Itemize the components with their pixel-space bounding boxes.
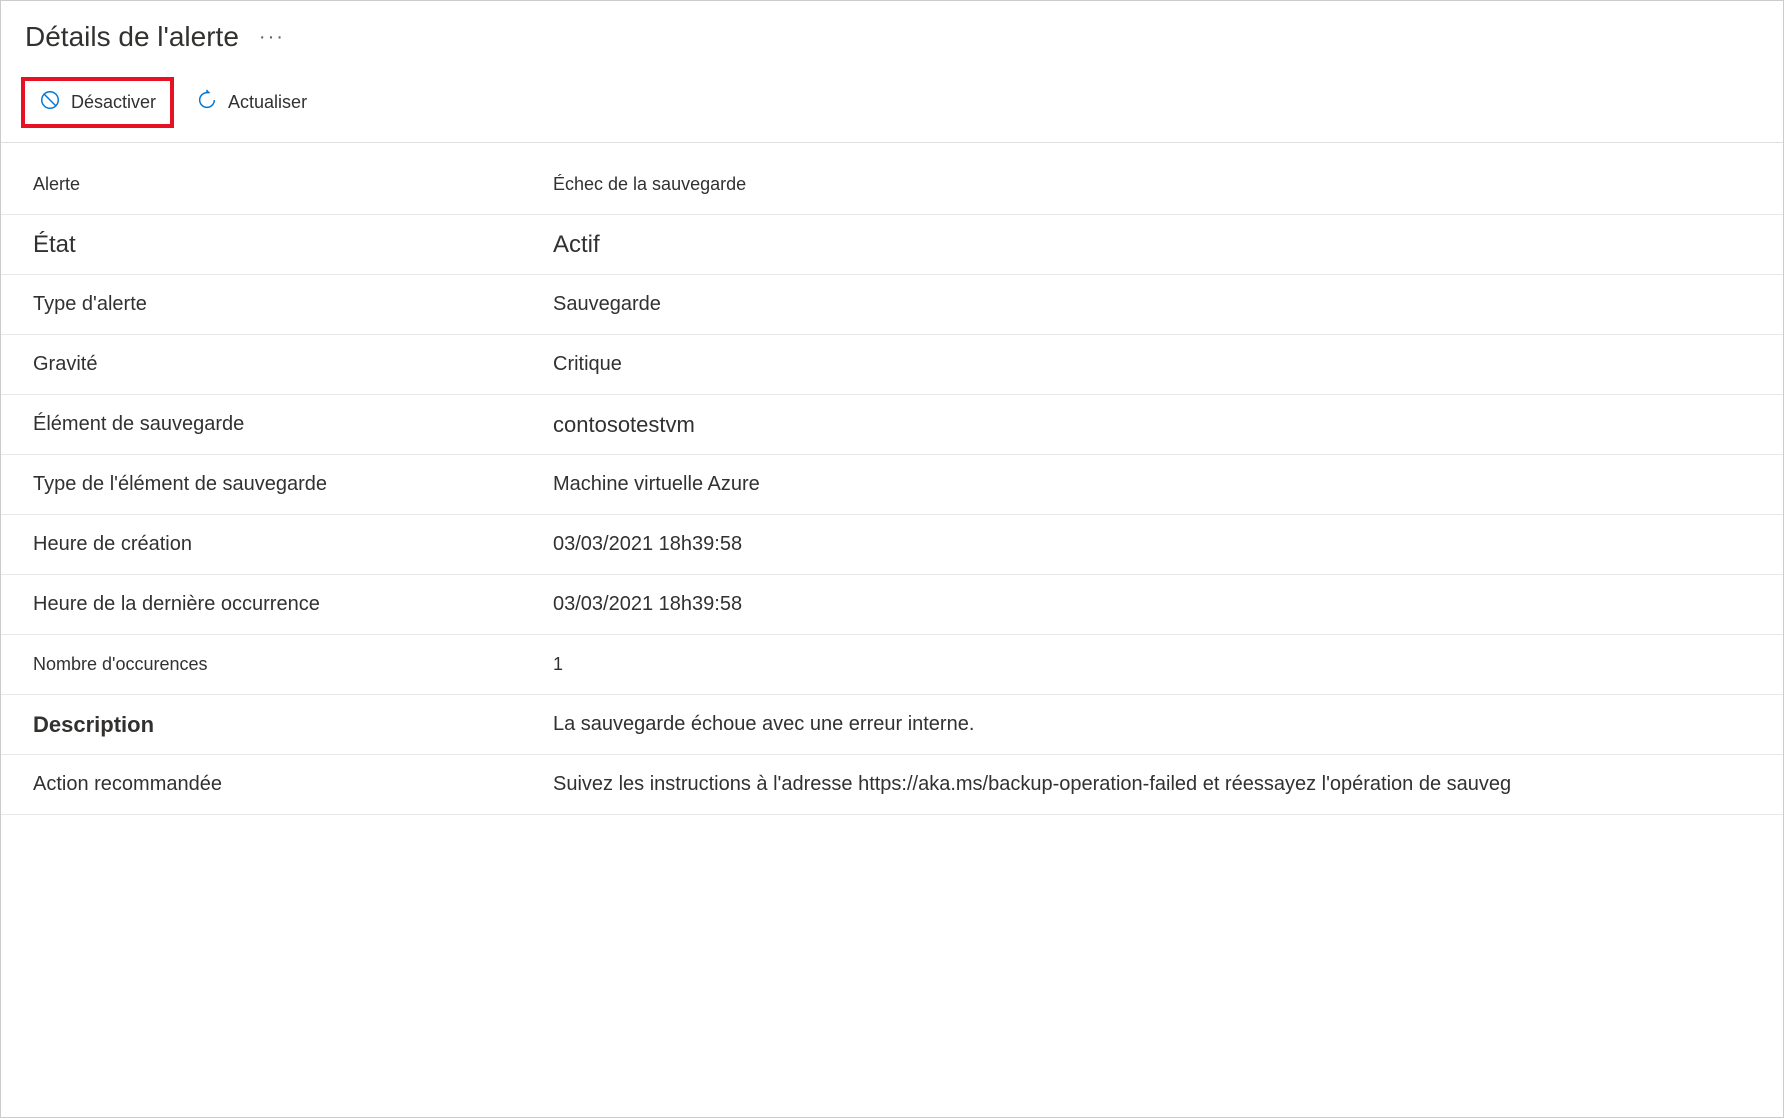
detail-row: Nombre d'occurences1: [1, 635, 1783, 695]
details-section: AlerteÉchec de la sauvegardeÉtatActifTyp…: [1, 143, 1783, 815]
detail-label: État: [33, 231, 553, 259]
detail-value: 03/03/2021 18h39:58: [553, 593, 742, 616]
header: Détails de l'alerte ···: [1, 1, 1783, 65]
detail-label: Description: [33, 712, 553, 738]
detail-row: Type d'alerteSauvegarde: [1, 275, 1783, 335]
detail-label: Type d'alerte: [33, 293, 553, 316]
more-icon[interactable]: ···: [259, 26, 285, 49]
refresh-button[interactable]: Actualiser: [182, 81, 321, 124]
detail-label: Heure de la dernière occurrence: [33, 593, 553, 616]
detail-row: GravitéCritique: [1, 335, 1783, 395]
detail-value: Échec de la sauvegarde: [553, 174, 746, 195]
deactivate-label: Désactiver: [71, 92, 156, 113]
detail-label: Gravité: [33, 353, 553, 376]
detail-row: Élément de sauvegardecontosotestvm: [1, 395, 1783, 455]
detail-row: Heure de création03/03/2021 18h39:58: [1, 515, 1783, 575]
detail-value: Critique: [553, 353, 622, 376]
page-title: Détails de l'alerte: [25, 21, 239, 53]
detail-row: ÉtatActif: [1, 215, 1783, 275]
detail-value: Actif: [553, 231, 600, 259]
detail-value: contosotestvm: [553, 412, 695, 438]
alert-details-panel: Détails de l'alerte ··· Désactiver Actua…: [0, 0, 1784, 1118]
deactivate-button[interactable]: Désactiver: [21, 77, 174, 128]
detail-value: Sauvegarde: [553, 293, 661, 316]
toolbar: Désactiver Actualiser: [1, 65, 1783, 143]
detail-label: Alerte: [33, 174, 553, 195]
detail-label: Type de l'élément de sauvegarde: [33, 473, 553, 496]
detail-value: 1: [553, 654, 563, 675]
detail-row: AlerteÉchec de la sauvegarde: [1, 155, 1783, 215]
detail-row: Type de l'élément de sauvegardeMachine v…: [1, 455, 1783, 515]
detail-row: Heure de la dernière occurrence03/03/202…: [1, 575, 1783, 635]
detail-row: Action recommandéeSuivez les instruction…: [1, 755, 1783, 815]
refresh-icon: [196, 89, 218, 116]
detail-value: La sauvegarde échoue avec une erreur int…: [553, 713, 974, 736]
detail-value: Suivez les instructions à l'adresse http…: [553, 773, 1511, 796]
detail-label: Élément de sauvegarde: [33, 413, 553, 436]
detail-label: Nombre d'occurences: [33, 654, 553, 675]
detail-label: Heure de création: [33, 533, 553, 556]
detail-label: Action recommandée: [33, 773, 553, 796]
detail-value: Machine virtuelle Azure: [553, 473, 760, 496]
refresh-label: Actualiser: [228, 92, 307, 113]
detail-value: 03/03/2021 18h39:58: [553, 533, 742, 556]
detail-row: DescriptionLa sauvegarde échoue avec une…: [1, 695, 1783, 755]
prohibit-icon: [39, 89, 61, 116]
